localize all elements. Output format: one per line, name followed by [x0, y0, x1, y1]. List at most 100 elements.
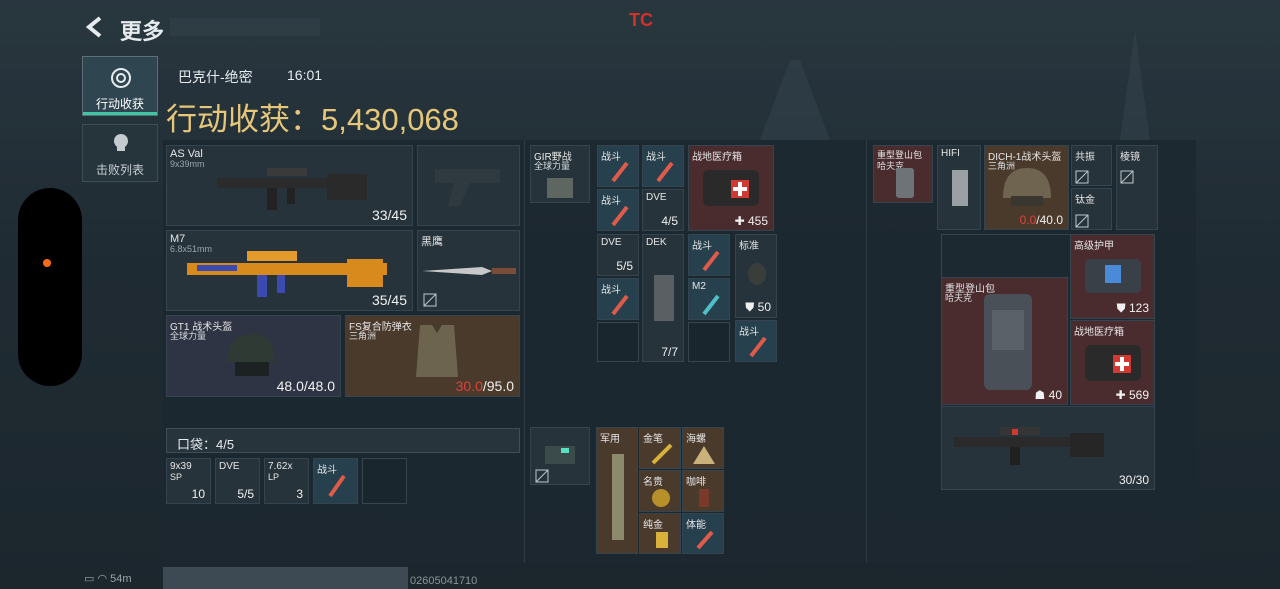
- syringe-icon: [611, 161, 629, 183]
- syringe-icon: [611, 205, 629, 227]
- backpack-armor-item[interactable]: 高级护甲 ⛊ 123: [1070, 234, 1155, 319]
- pistol-slot[interactable]: [417, 145, 520, 226]
- case-conch[interactable]: 海螺: [682, 427, 724, 469]
- backpack-medkit-item[interactable]: 战地医疗箱 ✚ 569: [1070, 320, 1155, 405]
- backpack-medkit-count-value: 569: [1128, 388, 1149, 402]
- rig-item-a1[interactable]: 战斗: [597, 145, 639, 187]
- indicator-dot: [43, 259, 51, 267]
- pocket-slot-2[interactable]: DVE 5/5: [215, 458, 260, 504]
- pocket-slot-3[interactable]: 7.62x LP 3: [264, 458, 309, 504]
- dich-helmet-slot[interactable]: DICH-1战术头盔 三角洲 0.0/40.0: [984, 145, 1069, 230]
- pocket-slot-5[interactable]: [362, 458, 407, 504]
- rig-item-a4[interactable]: DVE 4/5: [642, 189, 684, 231]
- ti-slot[interactable]: 钛金: [1071, 188, 1112, 230]
- helmet-slot[interactable]: GT1 战术头盔 全球力量 48.0/48.0: [166, 315, 341, 397]
- rig-medkit-count-value: 455: [747, 214, 768, 228]
- rig-empty-b3[interactable]: [597, 322, 639, 362]
- skull-icon: [114, 134, 128, 151]
- pocket-slot-1[interactable]: 9x39 SP 10: [166, 458, 211, 504]
- rifle-icon: [217, 168, 367, 210]
- battery-icon: ▭: [84, 573, 95, 585]
- rig-item-std[interactable]: 标准 ⛊ 50: [735, 234, 777, 318]
- resonator-name: 共振: [1075, 152, 1095, 163]
- secure-case-slot[interactable]: [530, 427, 590, 485]
- armor-case-icon: [1085, 259, 1141, 293]
- syringe-icon: [749, 336, 767, 358]
- melee-name: 黑鹰: [421, 236, 443, 248]
- status-bar: ▭ ◠ 54m: [84, 572, 132, 588]
- syringe-icon: [702, 250, 720, 272]
- earnings-value: 5,430,068: [321, 102, 459, 137]
- case-coffee[interactable]: 咖啡: [682, 470, 724, 512]
- primary-weapon-slot[interactable]: AS Val 9x39mm 33/45: [166, 145, 413, 226]
- rig-item-b1[interactable]: DVE 5/5: [597, 234, 639, 276]
- pocket-label: 口袋：4/5: [177, 437, 235, 452]
- pocket-item-2-count: 5/5: [237, 487, 254, 501]
- unlock-icon: [423, 293, 437, 307]
- case-pure[interactable]: 纯金: [639, 513, 681, 554]
- secondary-weapon-slot[interactable]: M7 6.8x51mm 35/45: [166, 230, 413, 311]
- backpack-bag-count-value: 40: [1048, 388, 1062, 402]
- helmet-icon: [227, 334, 275, 376]
- hifi-slot[interactable]: HIFI: [937, 145, 981, 230]
- prism-slot[interactable]: 棱镜: [1116, 145, 1158, 230]
- dich-helmet-durability: 0.0/40.0: [1020, 213, 1063, 227]
- pocket-slot-4[interactable]: 战斗: [313, 458, 358, 504]
- armor-dur-current: 30.0: [455, 378, 483, 394]
- syringe-icon: [702, 294, 720, 316]
- backpack-bag-brand: 哈夫克: [945, 293, 973, 303]
- case-stamina[interactable]: 体能: [682, 513, 724, 554]
- rig-item-dek[interactable]: DEK 7/7: [642, 234, 684, 362]
- rig-item-a3[interactable]: 战斗: [597, 189, 639, 231]
- syringe-icon: [656, 161, 674, 183]
- resonator-slot[interactable]: 共振: [1071, 145, 1112, 186]
- case-conch-name: 海螺: [686, 434, 706, 445]
- backpack-armor-count-value: 123: [1128, 301, 1149, 315]
- rig-item-c2[interactable]: M2: [688, 278, 730, 320]
- flashlight-icon: [612, 454, 624, 540]
- tab-kills[interactable]: 击败列表: [82, 124, 158, 182]
- melee-slot[interactable]: 黑鹰: [417, 230, 520, 311]
- rig-medkit-name: 战地医疗箱: [692, 152, 742, 163]
- armor-slot[interactable]: FS复合防弹衣 三角洲 30.0/95.0: [345, 315, 520, 397]
- floating-control[interactable]: [18, 188, 82, 386]
- helmet-brand: 全球力量: [170, 331, 207, 341]
- bag-slot[interactable]: 重型登山包 哈夫克: [873, 145, 933, 203]
- case-famous[interactable]: 名贵: [639, 470, 681, 512]
- rig-item-b1-name: DVE: [601, 237, 622, 248]
- backpack-icon: [984, 294, 1032, 390]
- conch-icon: [693, 446, 715, 464]
- case-military[interactable]: 军用: [596, 427, 638, 554]
- page-title: 更多: [120, 19, 165, 44]
- pocket-item-3-name: 7.62x: [268, 461, 293, 472]
- pocket-item-3-count: 3: [296, 487, 303, 501]
- rig-item-c4[interactable]: 战斗: [735, 320, 777, 362]
- chest-rig-slot[interactable]: GIR野战 全球力量: [530, 145, 590, 203]
- pocket-item-1-sub: SP: [170, 472, 183, 482]
- backpack-rifle-item[interactable]: 30/30: [941, 406, 1155, 490]
- rig-item-c2-name: M2: [692, 281, 706, 292]
- backpack-bag-count: ☗ 40: [1034, 388, 1062, 402]
- helmet-durability: 48.0/48.0: [276, 378, 335, 394]
- backpack-bag-item[interactable]: 重型登山包 哈夫克 ☗ 40: [941, 277, 1068, 405]
- back-button[interactable]: 更多: [84, 14, 174, 44]
- pocket-item-1-count: 10: [191, 487, 205, 501]
- rig-item-b2[interactable]: 战斗: [597, 278, 639, 320]
- network-latency: 54m: [110, 573, 132, 585]
- primary-weapon-count: 33/45: [371, 207, 407, 223]
- earnings-label: 行动收获：: [166, 102, 321, 137]
- pistol-silhouette-icon: [435, 169, 500, 206]
- plate-icon: [654, 275, 674, 321]
- loot-icon: [111, 68, 131, 88]
- case-military-name: 军用: [600, 434, 620, 445]
- rig-medkit[interactable]: 战地医疗箱 ✚ 455: [688, 145, 774, 231]
- tab-loot[interactable]: 行动收获: [82, 56, 158, 116]
- coffee-icon: [699, 489, 709, 507]
- rig-item-dek-name: DEK: [646, 237, 667, 248]
- rig-item-a2[interactable]: 战斗: [642, 145, 684, 187]
- helmet-icon: [1003, 168, 1051, 206]
- rig-empty-c3[interactable]: [688, 322, 730, 362]
- rig-item-c1[interactable]: 战斗: [688, 234, 730, 276]
- case-gold[interactable]: 金笔: [639, 427, 681, 469]
- radio-icon: [952, 170, 968, 206]
